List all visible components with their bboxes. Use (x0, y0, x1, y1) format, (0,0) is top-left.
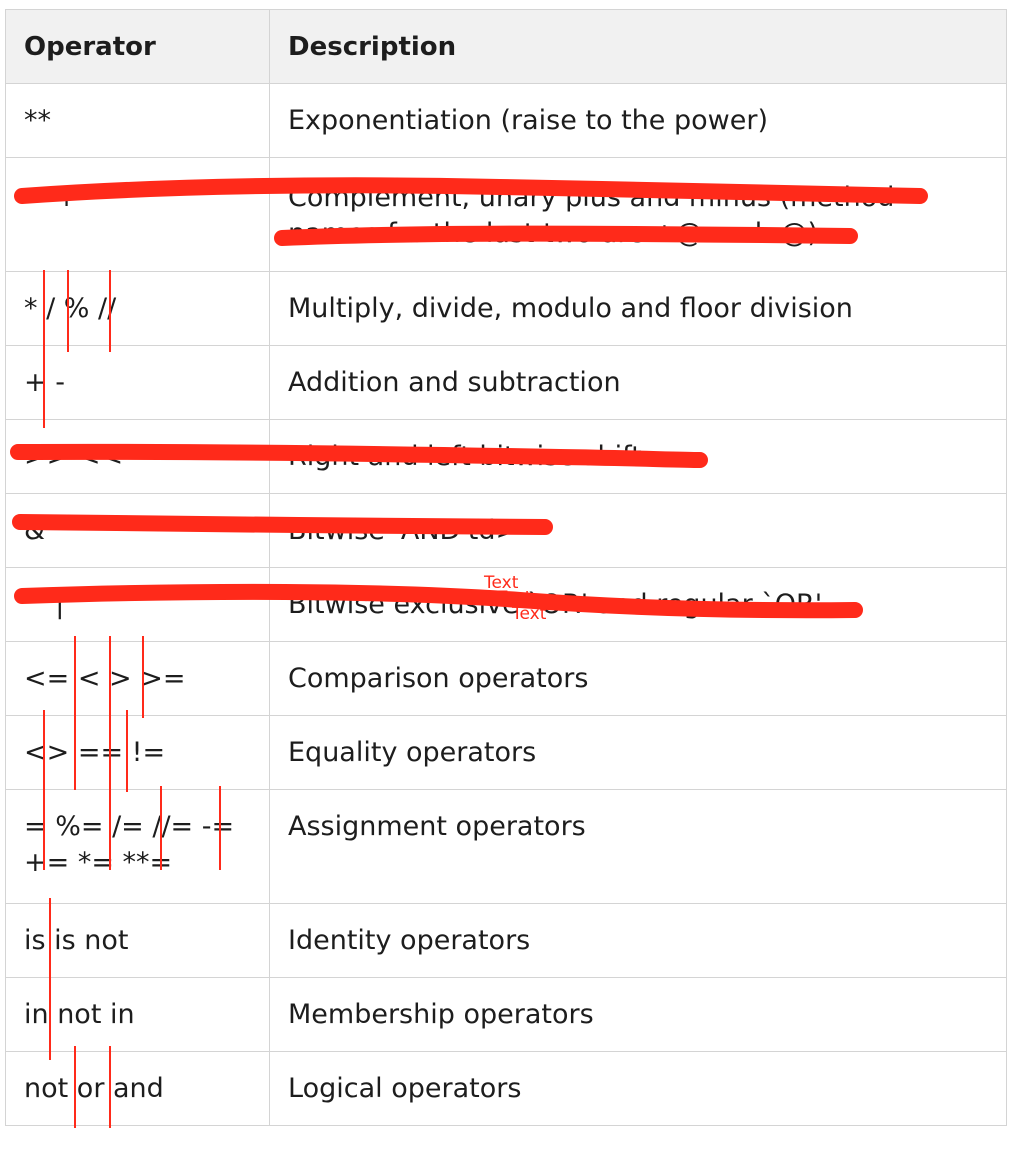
operator-cell: + - (6, 346, 270, 419)
description-cell: Comparison operators (288, 663, 589, 694)
table-row: in not in Membership operators (6, 977, 1006, 1051)
description-cell: Assignment operators (288, 811, 586, 842)
operator-cell: <> == != (6, 716, 270, 789)
description-cell: Exponentiation (raise to the power) (288, 105, 768, 136)
table-row: <= < > >= Comparison operators (6, 641, 1006, 715)
table-row: ~ + - Complement, unary plus and minus (… (6, 157, 1006, 271)
table-row: ** Exponentiation (raise to the power) (6, 83, 1006, 157)
table-row: * / % // Multiply, divide, modulo and fl… (6, 271, 1006, 345)
description-cell: Bitwise 'AND'td> (288, 515, 519, 546)
header-description: Description (288, 32, 457, 62)
table-row: >> << Right and left bitwise shift (6, 419, 1006, 493)
operator-cell: is is not (6, 904, 270, 977)
operator-table: Operator Description ** Exponentiation (… (5, 9, 1007, 1126)
header-operator: Operator (6, 10, 270, 83)
operator-cell: ** (6, 84, 270, 157)
operator-cell: not or and (6, 1052, 270, 1125)
description-cell: Equality operators (288, 737, 537, 768)
description-cell: Bitwise exclusive `OR' and regular `OR' (288, 589, 823, 620)
description-cell: Membership operators (288, 999, 594, 1030)
table-row: <> == != Equality operators (6, 715, 1006, 789)
operator-cell: >> << (6, 420, 270, 493)
description-cell: Right and left bitwise shift (288, 441, 642, 472)
operator-cell: & (6, 494, 270, 567)
table-row: not or and Logical operators (6, 1051, 1006, 1125)
page: Operator Description ** Exponentiation (… (0, 0, 1010, 1166)
table-row: = %= /= //= -= += *= **= Assignment oper… (6, 789, 1006, 903)
description-cell: Complement, unary plus and minus (method… (288, 182, 895, 249)
table-row: + - Addition and subtraction (6, 345, 1006, 419)
operator-cell: ^ | (6, 568, 270, 641)
operator-cell: * / % // (6, 272, 270, 345)
description-cell: Multiply, divide, modulo and floor divis… (288, 293, 853, 324)
operator-cell: <= < > >= (6, 642, 270, 715)
operator-cell: ~ + - (6, 158, 270, 271)
table-header: Operator Description (6, 10, 1006, 83)
table-row: ^ | Bitwise exclusive `OR' and regular `… (6, 567, 1006, 641)
operator-cell: in not in (6, 978, 270, 1051)
description-cell: Logical operators (288, 1073, 522, 1104)
operator-cell: = %= /= //= -= += *= **= (6, 790, 270, 903)
description-cell: Addition and subtraction (288, 367, 621, 398)
table-row: is is not Identity operators (6, 903, 1006, 977)
table-row: & Bitwise 'AND'td> (6, 493, 1006, 567)
description-cell: Identity operators (288, 925, 531, 956)
